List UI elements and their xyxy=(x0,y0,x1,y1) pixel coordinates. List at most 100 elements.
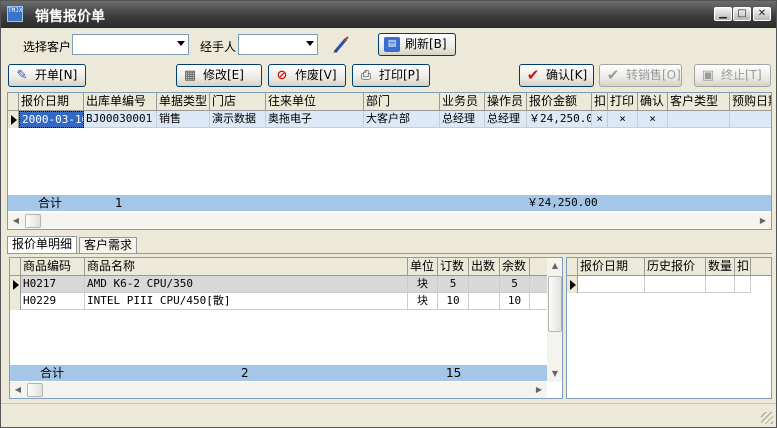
customer-select[interactable] xyxy=(72,34,189,55)
history-header: 报价日期 历史报价 数量 扣 xyxy=(567,258,771,276)
detail-vertical-scrollbar[interactable]: ▲ ▼ xyxy=(547,258,562,382)
col-partner[interactable]: 往来单位 xyxy=(266,93,364,111)
terminate-button[interactable]: ▣ 终止[T] xyxy=(694,64,771,87)
col-history-deduct[interactable]: 扣 xyxy=(735,258,751,276)
cell-amount[interactable]: ￥24,250.00 xyxy=(527,111,592,128)
col-history-price[interactable]: 历史报价 xyxy=(645,258,706,276)
print-button[interactable]: ⎙ 打印[P] xyxy=(352,64,430,87)
col-pre-date[interactable]: 预购日期 xyxy=(730,93,771,111)
col-shipped[interactable]: 出数 xyxy=(469,258,500,276)
cell-dept[interactable]: 大客户部 xyxy=(364,111,440,128)
cell-unit[interactable]: 块 xyxy=(408,276,438,293)
col-history-qty[interactable]: 数量 xyxy=(706,258,735,276)
cell-shipped[interactable] xyxy=(469,293,500,310)
cell-operator[interactable]: 总经理 xyxy=(485,111,527,128)
col-item-code[interactable]: 商品编码 xyxy=(21,258,85,276)
scroll-thumb[interactable] xyxy=(25,214,41,228)
to-sale-button[interactable]: ✔ 转销售[O] xyxy=(599,64,682,87)
maximize-icon[interactable]: □ xyxy=(733,7,751,21)
cell-ordered[interactable]: 5 xyxy=(438,276,469,293)
tab-customer-needs[interactable]: 客户需求 xyxy=(79,237,138,254)
detail-horizontal-scrollbar[interactable]: ◀ ▶ xyxy=(10,382,547,398)
cell-item-code[interactable]: H0217 xyxy=(21,276,85,293)
col-store[interactable]: 门店 xyxy=(210,93,266,111)
col-unit[interactable]: 单位 xyxy=(408,258,438,276)
col-customer-type[interactable]: 客户类型 xyxy=(668,93,730,111)
col-amount[interactable]: 报价金额 xyxy=(527,93,592,111)
scroll-thumb[interactable] xyxy=(27,383,43,397)
cell-bill-no[interactable]: BJ00030001 xyxy=(84,111,157,128)
cell-store[interactable]: 演示数据 xyxy=(210,111,266,128)
history-grid[interactable]: 报价日期 历史报价 数量 扣 xyxy=(566,257,772,399)
scroll-right-icon[interactable]: ▶ xyxy=(531,382,547,398)
col-dept[interactable]: 部门 xyxy=(364,93,440,111)
cell-confirm[interactable]: × xyxy=(638,111,668,128)
cell-deduct[interactable]: × xyxy=(592,111,608,128)
col-history-date[interactable]: 报价日期 xyxy=(578,258,645,276)
col-deduct[interactable]: 扣 xyxy=(592,93,608,111)
table-row[interactable]: H0229 INTEL PIII CPU/450[散] 块 10 10 xyxy=(10,293,547,310)
edit-button[interactable]: ▦ 修改[E] xyxy=(176,64,262,87)
cell-unit[interactable]: 块 xyxy=(408,293,438,310)
summary-label: 合计 xyxy=(38,196,63,210)
handler-select[interactable] xyxy=(238,34,318,55)
col-remaining[interactable]: 余数 xyxy=(500,258,530,276)
summary-label: 合计 xyxy=(40,366,65,380)
scroll-right-icon[interactable]: ▶ xyxy=(755,213,771,229)
resize-grip-icon[interactable] xyxy=(761,412,773,424)
cell-item-code[interactable]: H0229 xyxy=(21,293,85,310)
cell-history-price[interactable] xyxy=(645,276,706,293)
col-salesman[interactable]: 业务员 xyxy=(440,93,485,111)
col-ordered[interactable]: 订数 xyxy=(438,258,469,276)
cell-shipped[interactable] xyxy=(469,276,500,293)
detail-summary-row: 合计 2 15 xyxy=(10,365,547,381)
scroll-down-icon[interactable]: ▼ xyxy=(547,366,562,382)
scroll-thumb[interactable] xyxy=(548,276,562,332)
new-bill-button[interactable]: ✎ 开单[N] xyxy=(8,64,86,87)
tab-quote-detail[interactable]: 报价单明细 xyxy=(7,236,78,254)
col-operator[interactable]: 操作员 xyxy=(485,93,527,111)
scroll-left-icon[interactable]: ◀ xyxy=(8,213,24,229)
void-button[interactable]: ⊘ 作废[V] xyxy=(268,64,346,87)
scroll-left-icon[interactable]: ◀ xyxy=(10,382,26,398)
cell-remaining[interactable]: 5 xyxy=(500,276,530,293)
col-confirm[interactable]: 确认 xyxy=(638,93,668,111)
cell-date[interactable]: 2000-03-10 xyxy=(19,111,84,128)
edit-icon: ▦ xyxy=(183,68,197,83)
table-row[interactable]: H0217 AMD K6-2 CPU/350 块 5 5 xyxy=(10,276,547,293)
cell-print[interactable]: × xyxy=(608,111,638,128)
refresh-button[interactable]: ▤ 刷新[B] xyxy=(378,33,456,56)
edit-label: 修改[E] xyxy=(203,68,244,82)
stop-icon: ▣ xyxy=(701,68,715,83)
table-row[interactable] xyxy=(567,276,751,293)
col-item-name[interactable]: 商品名称 xyxy=(85,258,408,276)
cell-item-name[interactable]: AMD K6-2 CPU/350 xyxy=(85,276,408,293)
cell-history-qty[interactable] xyxy=(706,276,735,293)
col-quote-date[interactable]: 报价日期 xyxy=(19,93,84,111)
confirm-button[interactable]: ✔ 确认[K] xyxy=(519,64,594,87)
col-bill-no[interactable]: 出库单编号 xyxy=(84,93,157,111)
col-bill-type[interactable]: 单据类型 xyxy=(157,93,210,111)
main-horizontal-scrollbar[interactable]: ◀ ▶ xyxy=(8,213,771,229)
cell-salesman[interactable]: 总经理 xyxy=(440,111,485,128)
cell-bill-type[interactable]: 销售 xyxy=(157,111,210,128)
close-icon[interactable]: ✕ xyxy=(753,7,771,21)
cell-ordered[interactable]: 10 xyxy=(438,293,469,310)
quote-list-grid[interactable]: 报价日期 出库单编号 单据类型 门店 往来单位 部门 业务员 操作员 报价金额 … xyxy=(7,92,772,230)
table-row[interactable]: 2000-03-10 BJ00030001 销售 演示数据 奥拖电子 大客户部 … xyxy=(8,111,771,128)
detail-grid[interactable]: 商品编码 商品名称 单位 订数 出数 余数 H0217 AMD K6-2 CPU… xyxy=(9,257,563,399)
cell-remaining[interactable]: 10 xyxy=(500,293,530,310)
cell-pre-date[interactable] xyxy=(730,111,771,128)
scroll-up-icon[interactable]: ▲ xyxy=(547,258,562,274)
tab-divider xyxy=(7,253,772,254)
col-print[interactable]: 打印 xyxy=(608,93,638,111)
cell-item-name[interactable]: INTEL PIII CPU/450[散] xyxy=(85,293,408,310)
cell-history-deduct[interactable] xyxy=(735,276,751,293)
cell-customer-type[interactable] xyxy=(668,111,730,128)
cell-history-date[interactable] xyxy=(578,276,645,293)
current-row-icon xyxy=(13,280,19,290)
title-bar[interactable]: TMJX 销售报价单 ▁ □ ✕ xyxy=(1,1,776,28)
brush-icon[interactable] xyxy=(331,35,351,55)
cell-partner[interactable]: 奥拖电子 xyxy=(266,111,364,128)
minimize-icon[interactable]: ▁ xyxy=(714,7,732,21)
